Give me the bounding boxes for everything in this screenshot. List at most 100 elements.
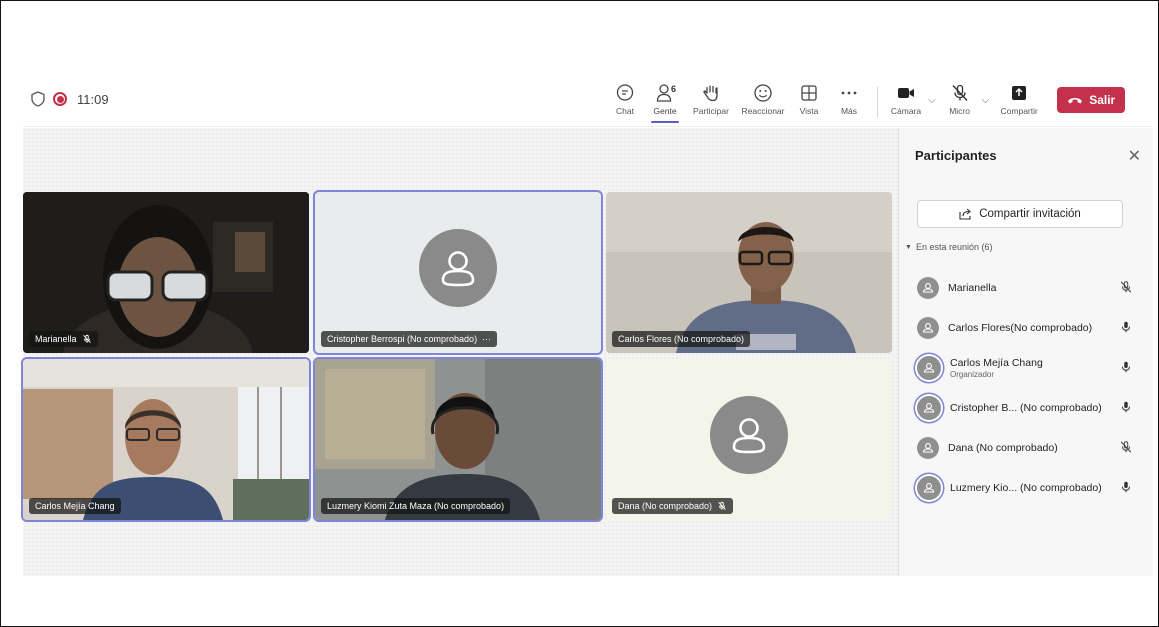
mic-muted-icon (952, 84, 968, 101)
person-icon (922, 323, 934, 333)
mic-icon[interactable] (1119, 400, 1133, 414)
meeting-status: 11:09 (31, 91, 109, 107)
participant-name: Carlos Flores(No comprobado) (948, 322, 1093, 334)
camera-icon (898, 88, 914, 98)
participant-list: Marianella Carlos Flores(No comprobado) … (917, 268, 1147, 508)
tile-more-options[interactable]: ··· (482, 334, 491, 344)
participant-role: Organizador (950, 370, 995, 379)
participant-row[interactable]: Marianella (917, 268, 1147, 308)
avatar (917, 437, 939, 459)
tile-name-label: Luzmery Kiomi Zuta Maza (No comprobado) (321, 498, 511, 514)
avatar (917, 396, 941, 420)
toolbar-divider (877, 87, 878, 117)
participant-row[interactable]: Carlos Flores(No comprobado) (917, 308, 1147, 348)
video-feed (23, 359, 309, 520)
person-icon (923, 403, 935, 413)
phone-hangup-icon (1068, 98, 1083, 104)
video-stage: Marianella Cristopher Berrospi (No compr… (23, 128, 898, 576)
app-frame: 11:09 Chat 6 Gente Participar Reaccionar (0, 0, 1159, 627)
raise-hand-label: Participar (693, 106, 729, 116)
participant-name: Carlos Mejía Chang (950, 357, 1043, 369)
avatar (917, 356, 941, 380)
share-invite-button[interactable]: Compartir invitación (917, 200, 1123, 228)
raise-hand-button[interactable]: Participar (685, 83, 737, 116)
people-button[interactable]: 6 Gente (645, 83, 685, 123)
mic-label: Micro (949, 106, 970, 116)
person-icon (922, 283, 934, 293)
participant-name: Carlos Mejía Chang (35, 501, 115, 511)
hand-icon (703, 85, 718, 102)
smiley-icon (754, 84, 772, 102)
participant-name: Dana (No comprobado) (618, 501, 713, 511)
react-label: Reaccionar (741, 106, 785, 116)
leave-button[interactable]: Salir (1057, 87, 1126, 113)
shield-icon[interactable] (31, 91, 45, 107)
participant-name: Carlos Flores (No comprobado) (618, 334, 745, 344)
participant-name: Luzmery Kio... (No comprobado) (950, 482, 1102, 494)
avatar (917, 277, 939, 299)
video-tile-marianella[interactable]: Marianella (23, 192, 309, 353)
chat-button[interactable]: Chat (605, 83, 645, 116)
mic-icon[interactable] (1119, 360, 1133, 374)
avatar (917, 476, 941, 500)
mic-muted-icon (718, 501, 726, 511)
video-feed (23, 192, 309, 353)
mic-muted-icon[interactable] (1119, 280, 1133, 294)
mic-button[interactable]: Micro (940, 83, 980, 116)
panel-title: Participantes (915, 148, 997, 163)
participant-row[interactable]: Luzmery Kio... (No comprobado) (917, 468, 1147, 508)
participant-name: Marianella (35, 334, 77, 344)
more-label: Más (840, 106, 858, 116)
more-dots-icon (841, 91, 857, 95)
video-tile-cristopher[interactable]: Cristopher Berrospi (No comprobado) ··· (315, 192, 601, 353)
tile-name-label: Carlos Flores (No comprobado) (612, 331, 751, 347)
in-meeting-section-toggle[interactable]: ▼ En esta reunión (6) (905, 242, 992, 252)
chat-icon (616, 84, 634, 101)
mic-muted-icon (82, 334, 91, 344)
view-button[interactable]: Vista (789, 83, 829, 116)
tile-name-label: Dana (No comprobado) (612, 498, 734, 514)
mic-control: Micro ⌵ (940, 83, 994, 116)
mic-options-chevron-icon[interactable]: ⌵ (982, 95, 990, 106)
caret-down-icon: ▼ (905, 243, 912, 251)
person-icon (922, 443, 934, 453)
avatar (419, 228, 497, 307)
participant-name: Dana (No comprobado) (948, 442, 1058, 454)
tile-name-label: Cristopher Berrospi (No comprobado) ··· (321, 331, 498, 347)
video-feed (315, 359, 601, 520)
person-icon (923, 483, 935, 493)
grid-view-icon (801, 85, 817, 101)
participant-name: Marianella (948, 282, 997, 294)
people-count-badge: 6 (671, 84, 677, 94)
close-icon[interactable]: ✕ (1128, 146, 1141, 166)
react-button[interactable]: Reaccionar (737, 83, 789, 116)
mic-muted-icon[interactable] (1119, 440, 1133, 454)
video-feed (606, 192, 892, 353)
chat-label: Chat (616, 106, 634, 116)
video-tile-luzmery[interactable]: Luzmery Kiomi Zuta Maza (No comprobado) (315, 359, 601, 520)
share-label: Compartir (1000, 106, 1038, 116)
share-button[interactable]: Compartir (993, 83, 1045, 116)
avatar (710, 395, 788, 474)
person-icon (441, 250, 475, 286)
avatar (917, 317, 939, 339)
mic-icon[interactable] (1119, 320, 1133, 334)
camera-label: Cámara (890, 106, 922, 116)
participant-row[interactable]: Carlos Mejía Chang Organizador (917, 348, 1147, 388)
camera-button[interactable]: Cámara (886, 83, 926, 116)
section-label: En esta reunión (6) (915, 242, 993, 252)
camera-options-chevron-icon[interactable]: ⌵ (928, 95, 936, 106)
toolbar-actions: Chat 6 Gente Participar Reaccionar Vista (605, 83, 1126, 123)
video-tile-dana[interactable]: Dana (No comprobado) (606, 359, 892, 520)
video-tile-carlos-flores[interactable]: Carlos Flores (No comprobado) (606, 192, 892, 353)
share-invite-label: Compartir invitación (979, 208, 1081, 220)
more-button[interactable]: Más (829, 83, 869, 116)
mic-icon[interactable] (1119, 480, 1133, 494)
camera-control: Cámara ⌵ (886, 83, 940, 116)
share-icon (1012, 86, 1027, 100)
share-invite-icon (959, 208, 972, 220)
participant-row[interactable]: Cristopher B... (No comprobado) (917, 388, 1147, 428)
participant-row[interactable]: Dana (No comprobado) (917, 428, 1147, 468)
leave-label: Salir (1089, 93, 1116, 107)
video-tile-carlos-mejia[interactable]: Carlos Mejía Chang (23, 359, 309, 520)
